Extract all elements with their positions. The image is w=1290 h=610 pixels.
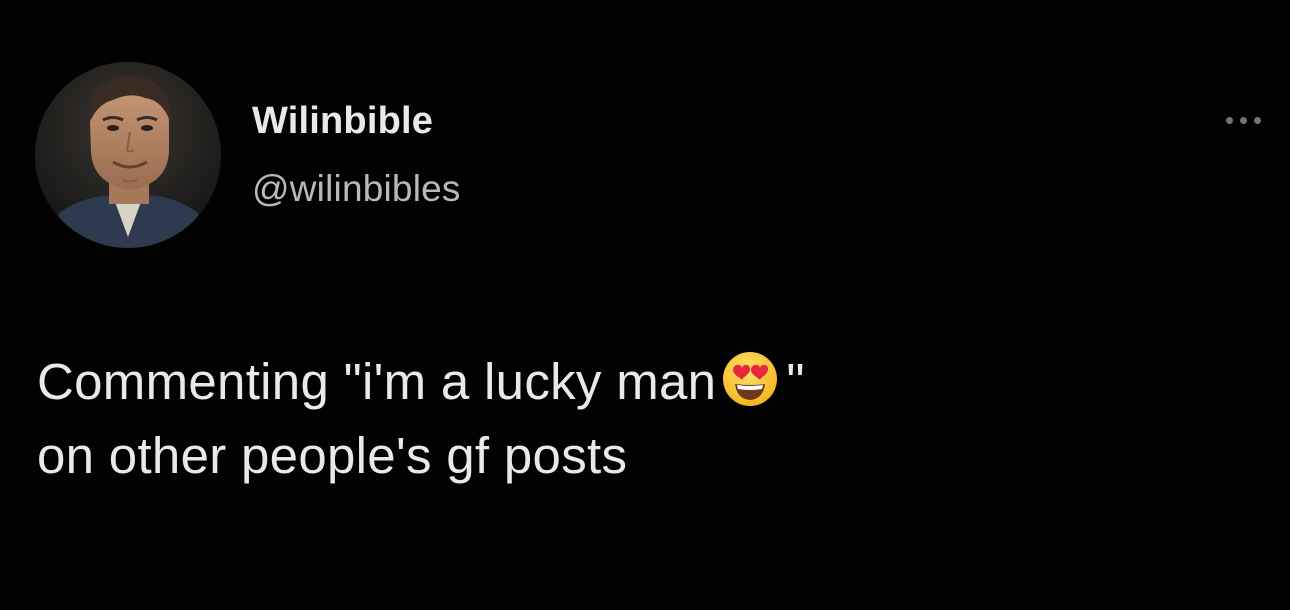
tweet-line-1: Commenting "i'm a lucky man "	[37, 345, 1257, 419]
avatar-image	[35, 62, 221, 248]
heart-eyes-emoji-icon	[723, 352, 778, 406]
tweet-line-2: on other people's gf posts	[37, 427, 628, 484]
tweet-card: Wilinbible @wilinbibles Commenting "i'm …	[0, 0, 1290, 610]
tweet-text: Commenting "i'm a lucky man " on other p…	[37, 345, 1257, 493]
user-handle[interactable]: @wilinbibles	[252, 168, 461, 210]
avatar[interactable]	[35, 62, 221, 248]
display-name[interactable]: Wilinbible	[252, 100, 433, 143]
tweet-text-closing-quote: "	[786, 353, 805, 410]
tweet-text-part: Commenting "i'm a lucky man	[37, 353, 717, 410]
more-options-icon[interactable]	[1210, 100, 1276, 140]
